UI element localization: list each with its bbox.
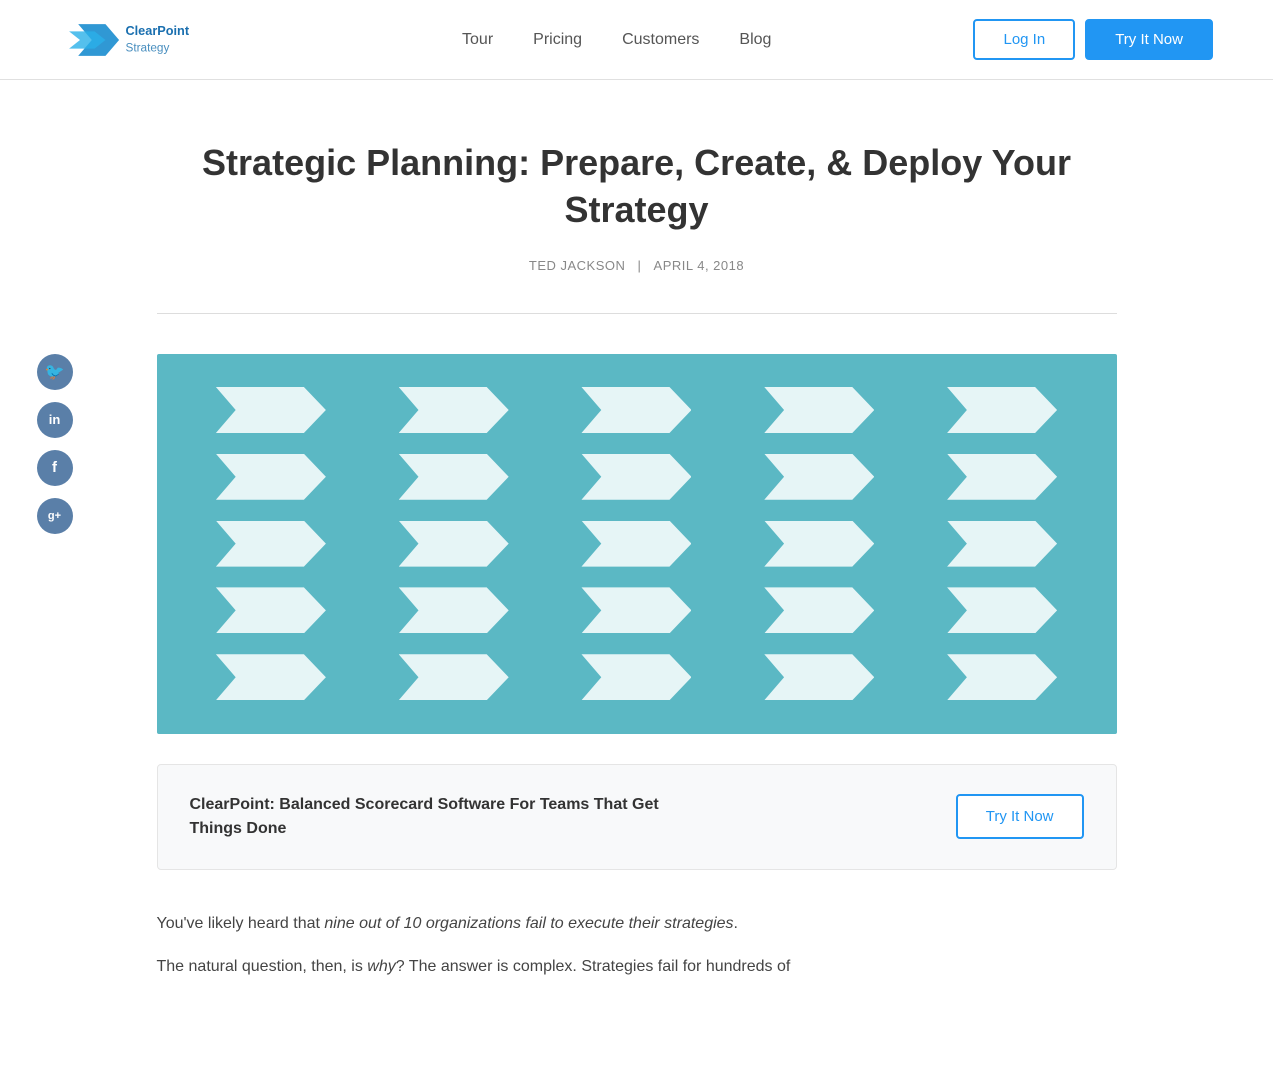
content-divider — [157, 313, 1117, 314]
hero-image — [157, 354, 1117, 734]
body-italic-1: nine out of 10 organizations fail to exe… — [324, 915, 733, 932]
arrow-3 — [581, 387, 691, 433]
arrow-6 — [216, 454, 326, 500]
arrow-14 — [764, 521, 874, 567]
article-body: 🐦 in f g+ — [157, 354, 1117, 996]
arrow-9 — [764, 454, 874, 500]
body-italic-2: why — [367, 958, 395, 975]
linkedin-share-button[interactable]: in — [37, 402, 73, 438]
arrow-25 — [947, 654, 1057, 700]
arrow-2 — [399, 387, 509, 433]
googleplus-share-button[interactable]: g+ — [37, 498, 73, 534]
nav-tour[interactable]: Tour — [462, 31, 493, 49]
nav-pricing[interactable]: Pricing — [533, 31, 582, 49]
arrow-20 — [947, 587, 1057, 633]
article-title: Strategic Planning: Prepare, Create, & D… — [157, 140, 1117, 234]
article-body-paragraph-1: You've likely heard that nine out of 10 … — [157, 910, 1117, 937]
facebook-icon: f — [52, 459, 57, 476]
page-content: Strategic Planning: Prepare, Create, & D… — [137, 80, 1137, 1036]
nav-customers[interactable]: Customers — [622, 31, 699, 49]
arrow-17 — [399, 587, 509, 633]
article-author: TED JACKSON — [529, 258, 626, 273]
nav-buttons: Log In Try It Now — [973, 19, 1213, 60]
body-text-2-end: ? The answer is complex. Strategies fail… — [396, 958, 791, 975]
arrow-19 — [764, 587, 874, 633]
arrow-1 — [216, 387, 326, 433]
social-sidebar: 🐦 in f g+ — [37, 354, 73, 534]
nav-blog[interactable]: Blog — [739, 31, 771, 49]
cta-text: ClearPoint: Balanced Scorecard Software … — [190, 793, 690, 841]
arrow-11 — [216, 521, 326, 567]
arrow-23 — [581, 654, 691, 700]
arrow-10 — [947, 454, 1057, 500]
arrow-21 — [216, 654, 326, 700]
body-end-1: . — [734, 915, 738, 932]
arrow-4 — [764, 387, 874, 433]
body-text-1: You've likely heard that — [157, 915, 325, 932]
body-text-2-start: The natural question, then, is — [157, 958, 368, 975]
article-main: ClearPoint: Balanced Scorecard Software … — [157, 354, 1117, 996]
article-body-paragraph-2: The natural question, then, is why? The … — [157, 953, 1117, 980]
arrow-24 — [764, 654, 874, 700]
arrow-5 — [947, 387, 1057, 433]
arrow-7 — [399, 454, 509, 500]
arrows-grid — [157, 354, 1117, 734]
twitter-icon: 🐦 — [45, 362, 65, 382]
login-button[interactable]: Log In — [973, 19, 1075, 60]
meta-separator: | — [638, 258, 642, 273]
googleplus-icon: g+ — [48, 510, 61, 522]
cta-try-button[interactable]: Try It Now — [956, 794, 1084, 839]
arrow-8 — [581, 454, 691, 500]
arrow-12 — [399, 521, 509, 567]
try-button[interactable]: Try It Now — [1085, 19, 1213, 60]
facebook-share-button[interactable]: f — [37, 450, 73, 486]
twitter-share-button[interactable]: 🐦 — [37, 354, 73, 390]
site-header: ClearPoint Strategy Tour Pricing Custome… — [0, 0, 1273, 80]
article-date: APRIL 4, 2018 — [654, 258, 745, 273]
arrow-13 — [581, 521, 691, 567]
logo[interactable]: ClearPoint Strategy — [60, 15, 260, 65]
main-nav: Tour Pricing Customers Blog — [462, 31, 771, 49]
arrow-15 — [947, 521, 1057, 567]
arrow-22 — [399, 654, 509, 700]
svg-text:Strategy: Strategy — [125, 40, 169, 54]
linkedin-icon: in — [49, 412, 61, 427]
cta-box: ClearPoint: Balanced Scorecard Software … — [157, 764, 1117, 870]
svg-text:ClearPoint: ClearPoint — [125, 23, 189, 38]
arrow-16 — [216, 587, 326, 633]
article-meta: TED JACKSON | APRIL 4, 2018 — [157, 258, 1117, 273]
arrow-18 — [581, 587, 691, 633]
